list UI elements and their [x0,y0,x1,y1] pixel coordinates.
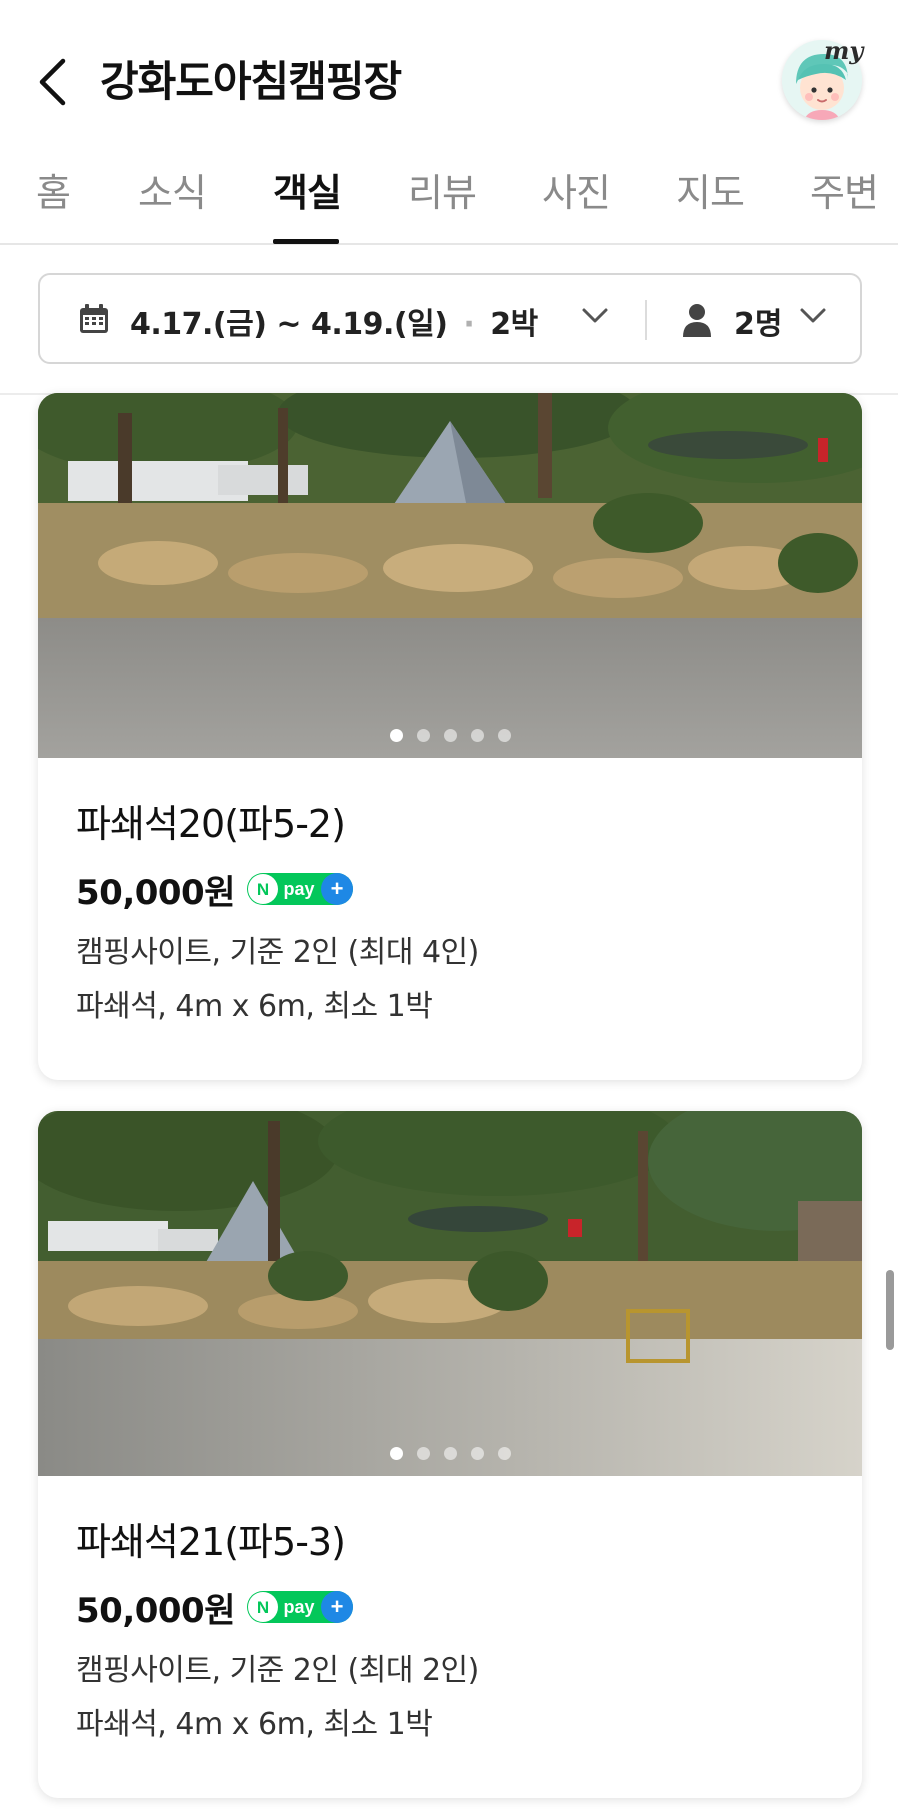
carousel-dot[interactable] [416,1447,430,1460]
divider [645,300,647,340]
tab-bar: 홈 소식 객실 리뷰 사진 지도 주변 [0,150,898,245]
date-range-button[interactable]: 4.17.(금) ~ 4.19.(일) · 2박 [130,299,538,343]
tab-map[interactable]: 지도 [676,162,745,217]
carousel-dot[interactable] [470,1447,484,1460]
carousel-indicator [38,729,862,742]
tab-reviews[interactable]: 리뷰 [408,162,477,217]
room-photo-carousel[interactable] [38,1111,862,1476]
back-button[interactable] [28,52,76,112]
person-icon [683,304,711,337]
carousel-dot[interactable] [416,729,430,742]
room-price: 50,000원 [76,872,235,913]
room-details: 파쇄석, 4m x 6m, 최소 1박 [76,1707,433,1742]
carousel-dot[interactable] [497,729,511,742]
page-title: 강화도아침캠핑장 [100,57,402,106]
room-info: 파쇄석21(파5-3) 50,000원 N pay + 캠핑사이트, 기준 2인… [38,1476,862,1782]
chevron-left-icon [39,58,66,106]
carousel-dot[interactable] [443,1447,457,1460]
price-row: 50,000원 N pay + [76,866,824,913]
svg-text:+: + [331,1594,344,1619]
chevron-down-icon[interactable] [580,305,610,325]
room-card[interactable]: 파쇄석20(파5-2) 50,000원 N pay + 캠핑사이트, 기준 2인… [38,393,862,1080]
active-tab-indicator [273,239,339,244]
carousel-dot[interactable] [470,729,484,742]
room-info: 파쇄석20(파5-2) 50,000원 N pay + 캠핑사이트, 기준 2인… [38,758,862,1064]
campsite-photo [38,1111,862,1476]
room-capacity: 캠핑사이트, 기준 2인 (최대 2인) [76,1653,479,1688]
scrollbar[interactable] [886,1270,894,1350]
room-price: 50,000원 [76,1590,235,1631]
room-name: 파쇄석20(파5-2) [76,802,346,846]
carousel-indicator [38,1447,862,1460]
price-row: 50,000원 N pay + [76,1584,824,1631]
room-capacity: 캠핑사이트, 기준 2인 (최대 4인) [76,935,479,970]
svg-text:pay: pay [283,879,314,899]
svg-text:pay: pay [283,1597,314,1617]
separator-dot: · [463,307,475,342]
tab-nearby[interactable]: 주변 [810,162,879,217]
chevron-down-icon[interactable] [798,305,828,325]
campsite-photo [38,393,862,758]
npay-badge-icon: N pay + [246,1591,353,1623]
guest-count-button[interactable]: 2명 [734,299,782,343]
room-details: 파쇄석, 4m x 6m, 최소 1박 [76,989,433,1024]
my-badge: my [824,36,864,65]
svg-text:+: + [331,876,344,901]
room-card[interactable]: 파쇄석21(파5-3) 50,000원 N pay + 캠핑사이트, 기준 2인… [38,1111,862,1798]
tab-news[interactable]: 소식 [138,162,207,217]
date-range-text: 4.17.(금) ~ 4.19.(일) [130,307,448,342]
tab-photos[interactable]: 사진 [542,162,611,217]
nights-text: 2박 [490,307,538,342]
booking-selector: 4.17.(금) ~ 4.19.(일) · 2박 2명 [38,273,862,364]
svg-text:N: N [257,880,269,899]
svg-text:N: N [257,1598,269,1617]
calendar-icon [80,304,108,333]
npay-badge-icon: N pay + [246,873,353,905]
carousel-dot[interactable] [389,729,403,742]
carousel-dot[interactable] [443,729,457,742]
tab-rooms[interactable]: 객실 [273,162,342,217]
header: 강화도아침캠핑장 my [0,0,898,150]
room-photo-carousel[interactable] [38,393,862,758]
carousel-dot[interactable] [497,1447,511,1460]
room-name: 파쇄석21(파5-3) [76,1520,346,1564]
tab-home[interactable]: 홈 [36,162,71,217]
carousel-dot[interactable] [389,1447,403,1460]
